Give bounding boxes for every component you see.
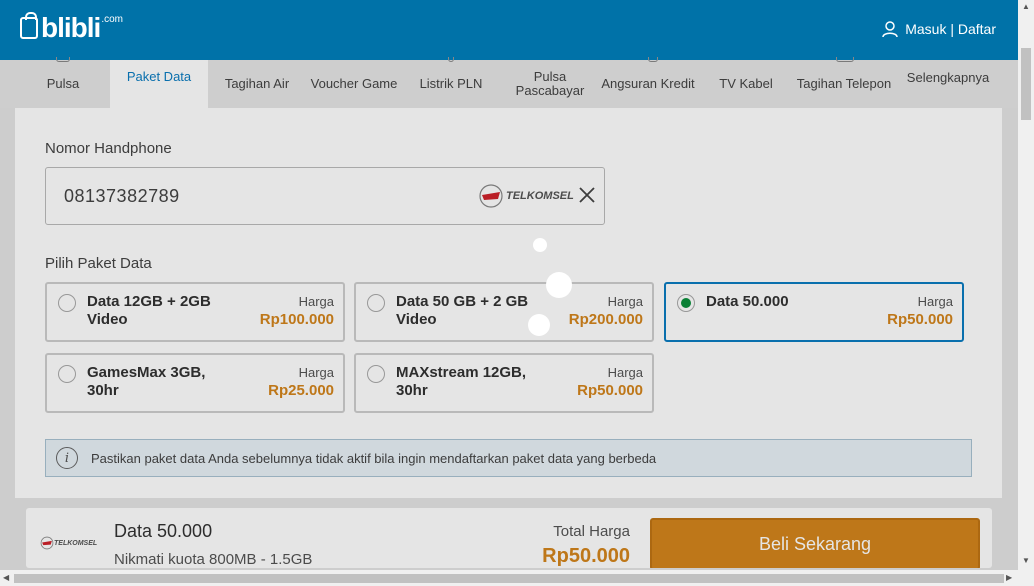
loading-overlay: [0, 60, 1018, 570]
user-icon: [882, 21, 898, 38]
login-register-link[interactable]: Masuk | Daftar: [881, 20, 996, 38]
loading-dot: [546, 272, 572, 298]
top-header: blibli .com Masuk | Daftar: [0, 0, 1018, 60]
vertical-scrollbar[interactable]: ▲ ▼: [1018, 0, 1034, 570]
scroll-down-arrow-icon[interactable]: ▼: [1022, 556, 1030, 565]
auth-label: Masuk | Daftar: [905, 21, 996, 37]
loading-dot: [528, 314, 550, 336]
loading-dot: [533, 238, 547, 252]
shopping-bag-icon: [20, 12, 38, 39]
vertical-scroll-thumb[interactable]: [1021, 48, 1031, 120]
scroll-right-arrow-icon[interactable]: ▶: [1006, 573, 1012, 582]
horizontal-scroll-thumb[interactable]: [14, 574, 1004, 583]
scroll-left-arrow-icon[interactable]: ◀: [3, 573, 9, 582]
scroll-up-arrow-icon[interactable]: ▲: [1022, 2, 1030, 11]
logo-text: blibli: [41, 12, 101, 43]
logo-suffix: .com: [101, 14, 123, 25]
blibli-logo[interactable]: blibli .com: [20, 12, 123, 44]
horizontal-scrollbar[interactable]: ◀ ▶: [0, 570, 1034, 586]
